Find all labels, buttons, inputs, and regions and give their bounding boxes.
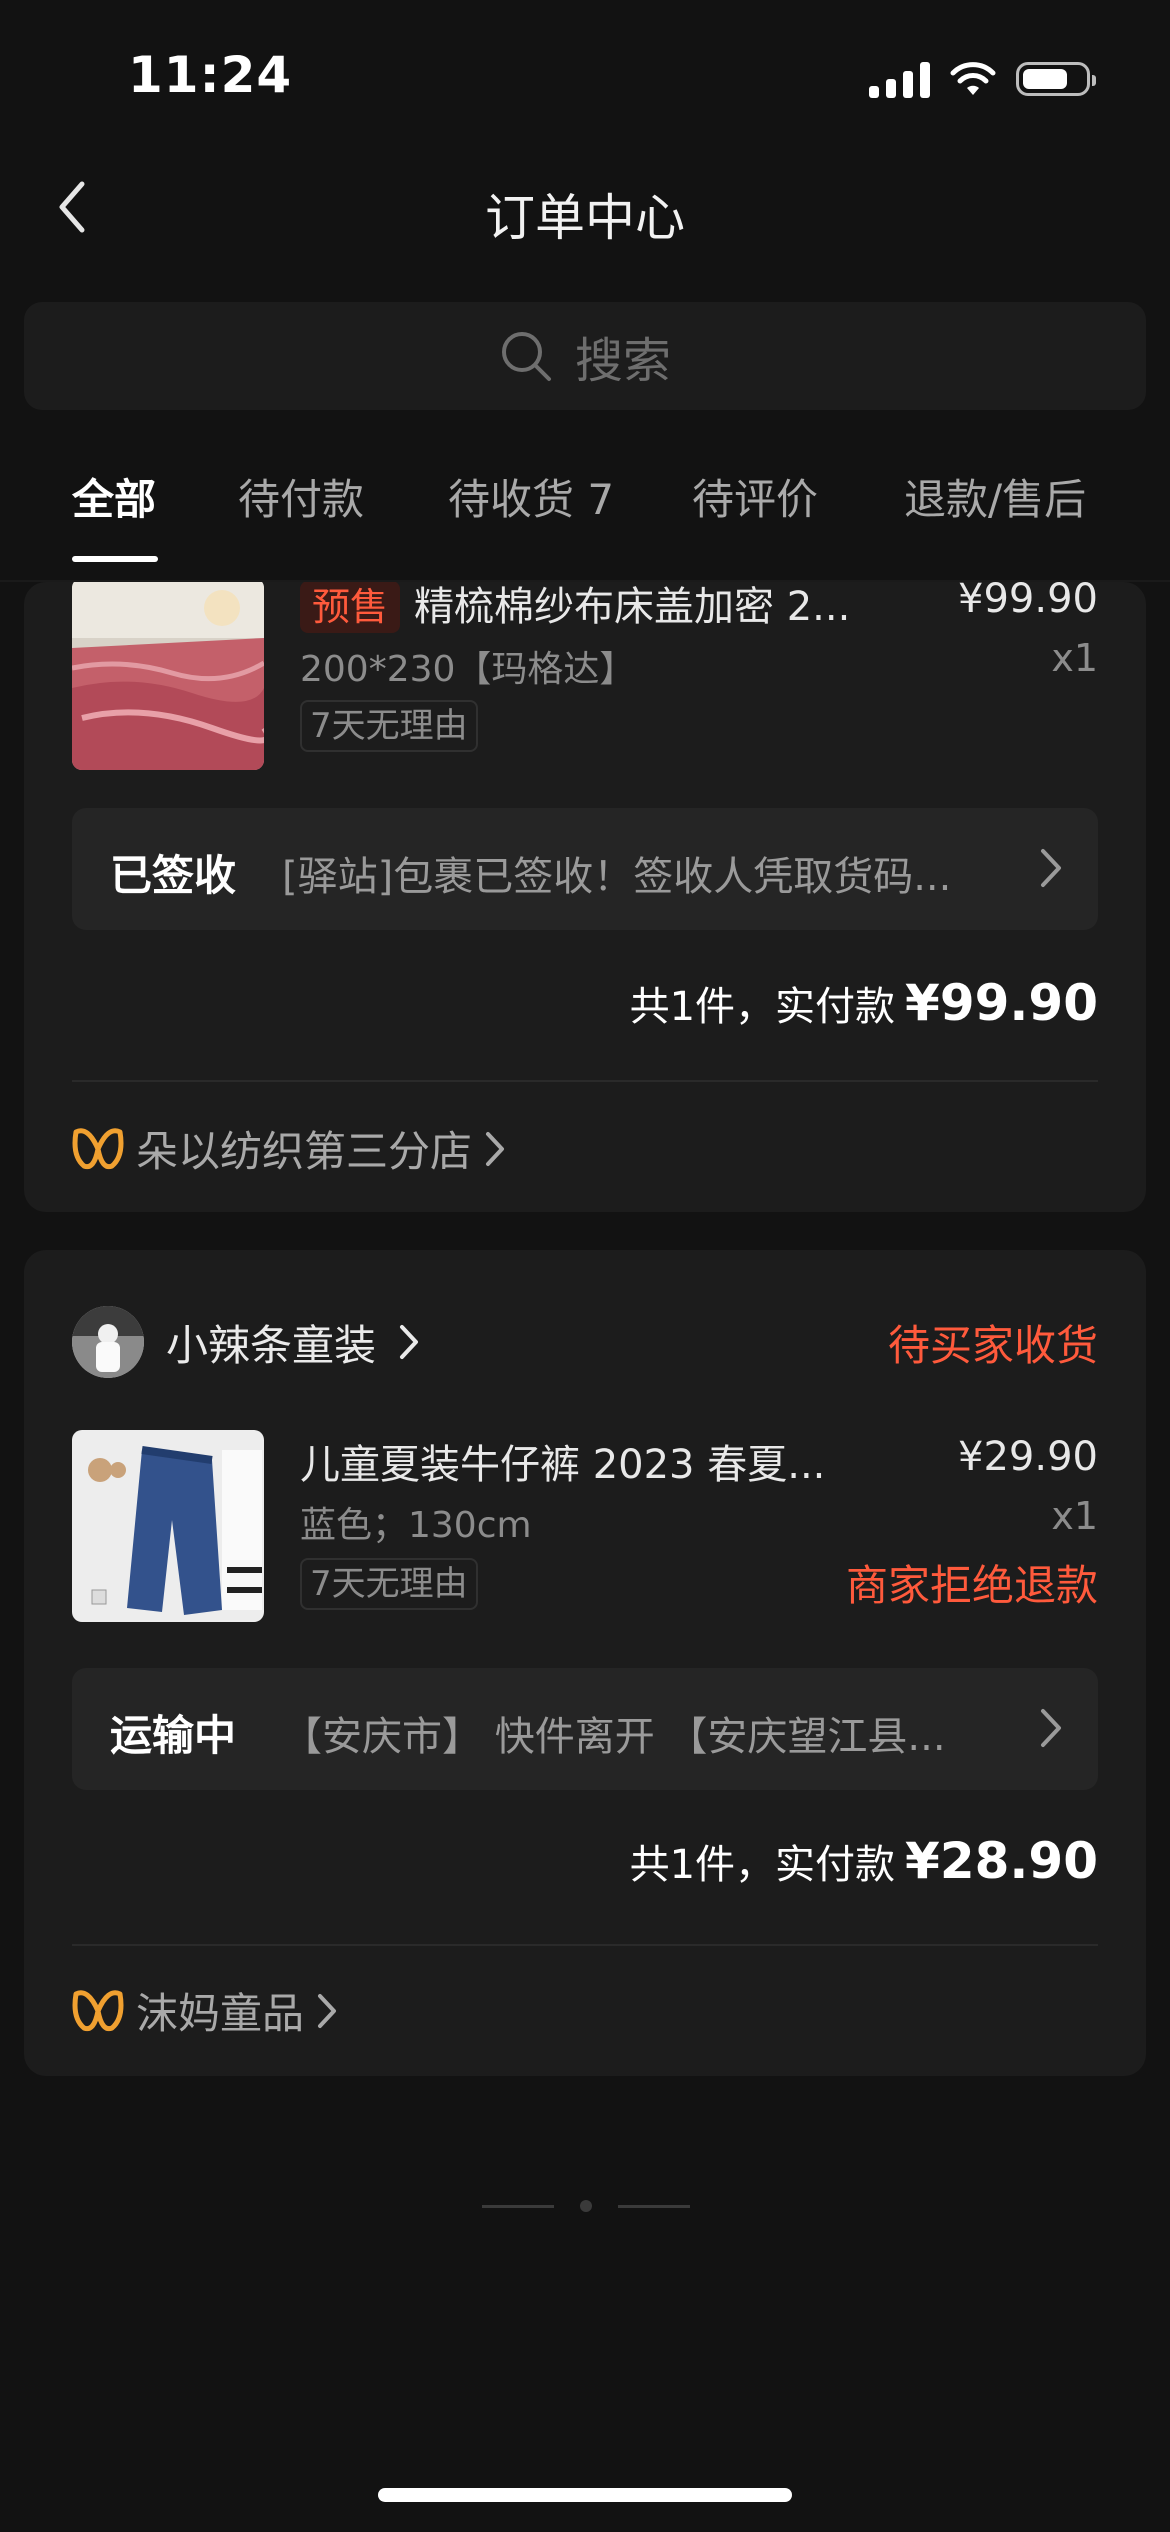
store-link[interactable]: 朵以纺织第三分店 [72,1118,506,1179]
logistics-bar[interactable]: 运输中 【安庆市】 快件离开 【安庆望江县... [72,1668,1098,1790]
active-tab-indicator [72,556,158,562]
search-icon [501,332,551,381]
shop-avatar [72,1306,144,1378]
status-time: 11:24 [128,46,293,104]
logistics-status: 运输中 [110,1711,237,1760]
page-title: 订单中心 [485,189,685,247]
chevron-right-icon [400,1325,419,1359]
return-policy-tag: 7天无理由 [300,700,478,752]
search-placeholder: 搜索 [574,333,671,389]
product-price: ¥99.90 [958,582,1098,622]
store-name: 朵以纺织第三分店 [136,1127,473,1176]
logistics-status: 已签收 [110,851,237,900]
store-logo-icon [72,1127,124,1169]
order-tabs: 全部 待付款 待收货 7 待评价 退款/售后 [0,466,1170,576]
return-policy-tag: 7天无理由 [300,1558,478,1610]
status-icons [869,56,1096,102]
battery-icon [1016,62,1096,96]
chevron-right-icon [318,1993,337,2028]
product-quantity: x1 [1051,1494,1098,1538]
chevron-right-icon [1041,1709,1061,1747]
shop-name: 小辣条童装 [166,1320,377,1370]
shop-header[interactable]: 小辣条童装 [72,1306,420,1378]
tab-pending-receipt[interactable]: 待收货 7 [448,466,614,527]
product-price: ¥29.90 [958,1434,1098,1480]
order-total-amount: ¥28.90 [905,1832,1098,1890]
order-total: 共1件，实付款 ¥99.90 [630,974,1098,1032]
card-divider [72,1944,1098,1946]
order-total-label: 共1件，实付款 [629,984,896,1030]
order-card[interactable]: 预售 精梳棉纱布床盖加密 2... 200*230【玛格达】 7天无理由 ¥99.… [24,582,1146,1212]
tab-pending-review[interactable]: 待评价 [692,466,818,527]
chevron-right-icon [1041,849,1061,887]
order-status: 待买家收货 [887,1321,1098,1370]
chevron-right-icon [486,1131,505,1166]
tab-pending-payment[interactable]: 待付款 [238,466,364,527]
logistics-bar[interactable]: 已签收 [驿站]包裹已签收！签收人凭取货码... [72,808,1098,930]
store-name: 沫妈童品 [136,1989,305,2038]
product-thumbnail-jeans[interactable] [72,1430,264,1622]
tab-all[interactable]: 全部 [72,466,156,527]
product-title[interactable]: 儿童夏装牛仔裤 2023 春夏... [300,1432,825,1490]
wifi-icon [950,62,996,95]
product-spec: 蓝色；130cm [300,1505,532,1546]
store-logo-icon [72,1989,124,2031]
search-input[interactable]: 搜索 [24,302,1146,410]
tab-refund-aftersale[interactable]: 退款/售后 [904,466,1086,527]
order-card[interactable]: 小辣条童装 待买家收货 儿童夏装牛仔裤 2023 春夏... 蓝色；130cm … [24,1250,1146,2076]
refund-status[interactable]: 商家拒绝退款 [846,1552,1098,1613]
store-link[interactable]: 沫妈童品 [72,1980,338,2041]
product-thumbnail-bedspread[interactable] [72,582,264,770]
order-total: 共1件，实付款 ¥28.90 [630,1832,1098,1890]
presale-badge: 预售 [300,582,401,633]
order-total-amount: ¥99.90 [905,974,1098,1032]
home-indicator[interactable] [378,2488,792,2502]
order-total-label: 共1件，实付款 [629,1842,896,1888]
card-divider [72,1080,1098,1082]
loading-indicator [482,2200,690,2212]
product-spec: 200*230【玛格达】 [300,649,636,690]
logistics-detail: 【安庆市】 快件离开 【安庆望江县... [282,1714,946,1760]
product-title[interactable]: 预售 精梳棉纱布床盖加密 2... [300,582,850,633]
product-quantity: x1 [1051,636,1098,680]
logistics-detail: [驿站]包裹已签收！签收人凭取货码... [282,854,952,900]
cellular-signal-icon [869,60,930,98]
product-title-text: 精梳棉纱布床盖加密 2... [414,584,851,630]
